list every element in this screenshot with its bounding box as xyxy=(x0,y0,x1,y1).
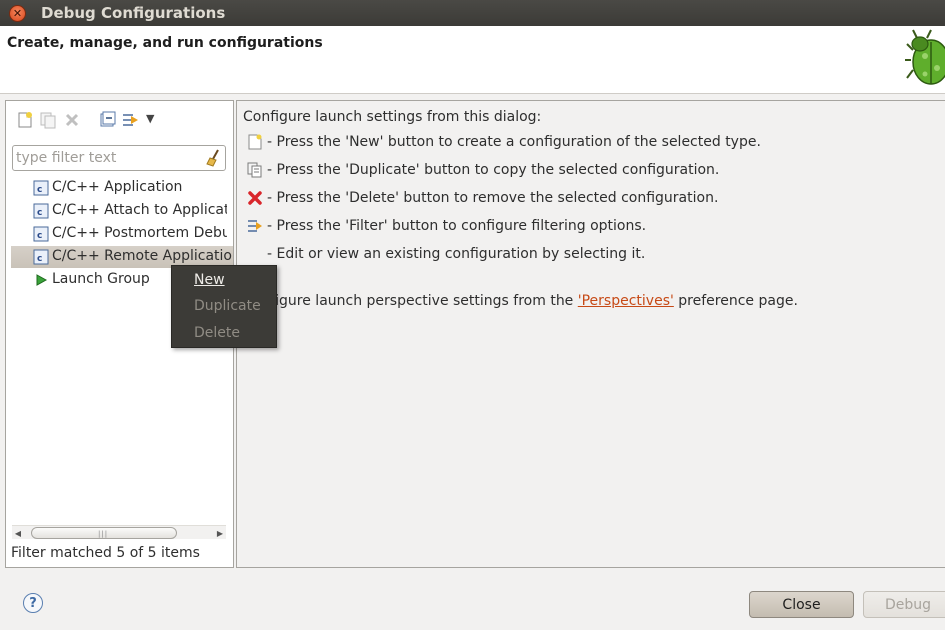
window-title: Debug Configurations xyxy=(41,4,226,22)
close-button[interactable]: Close xyxy=(749,591,854,618)
filter-field-box xyxy=(12,145,226,171)
scroll-thumb[interactable]: ||| xyxy=(31,527,177,539)
filter-input[interactable] xyxy=(16,149,201,167)
tree-item-c-cpp-application[interactable]: c C/C++ Application xyxy=(6,177,233,199)
duplicate-icon xyxy=(247,162,262,178)
tree-item-c-cpp-attach[interactable]: c C/C++ Attach to Application xyxy=(6,200,233,222)
new-configuration-icon xyxy=(248,134,262,150)
dialog-header: Create, manage, and run configurations xyxy=(0,26,945,94)
clear-filter-icon[interactable] xyxy=(206,149,222,167)
perspectives-text: Configure launch perspective settings fr… xyxy=(243,293,798,309)
delete-icon xyxy=(248,191,262,205)
delete-icon[interactable] xyxy=(63,111,81,129)
menu-item-new[interactable]: New xyxy=(194,272,225,288)
c-app-icon: c xyxy=(33,249,49,265)
menu-item-delete[interactable]: Delete xyxy=(194,325,240,341)
tree-item-c-cpp-postmortem[interactable]: c C/C++ Postmortem Debugger xyxy=(6,223,233,245)
perspectives-link[interactable]: 'Perspectives' xyxy=(578,293,674,309)
menu-item-label: New xyxy=(194,272,225,288)
help-line-filter: - Press the 'Filter' button to configure… xyxy=(267,218,647,234)
c-app-icon: c xyxy=(33,203,49,219)
dialog-header-title: Create, manage, and run configurations xyxy=(7,35,323,51)
svg-text:c: c xyxy=(37,254,42,264)
perspectives-suffix: preference page. xyxy=(678,293,798,309)
c-app-icon: c xyxy=(33,226,49,242)
help-button[interactable]: ? xyxy=(23,593,43,613)
menu-item-label: Duplicate xyxy=(194,298,261,314)
tree-item-label: C/C++ Attach to Application xyxy=(52,202,227,218)
filter-status: Filter matched 5 of 5 items xyxy=(11,545,200,561)
c-app-icon: c xyxy=(33,180,49,196)
help-line-duplicate: - Press the 'Duplicate' button to copy t… xyxy=(267,162,720,178)
menu-item-label: Delete xyxy=(194,325,240,341)
configuration-toolbar: ▼ xyxy=(6,101,233,141)
window-titlebar: ✕ Debug Configurations xyxy=(0,0,945,26)
tree-item-label: C/C++ Remote Application xyxy=(52,248,232,264)
filter-icon[interactable] xyxy=(121,111,139,129)
collapse-all-icon[interactable] xyxy=(99,111,117,129)
configuration-detail-panel: Configure launch settings from this dial… xyxy=(236,100,945,568)
view-menu-icon[interactable]: ▼ xyxy=(146,112,164,130)
launch-group-icon xyxy=(36,274,48,286)
new-configuration-icon[interactable] xyxy=(16,111,34,129)
perspectives-prefix: Configure launch perspective settings fr… xyxy=(243,293,574,309)
svg-text:c: c xyxy=(37,231,42,241)
tree-item-label: C/C++ Postmortem Debugger xyxy=(52,225,227,241)
debug-button[interactable]: Debug xyxy=(863,591,945,618)
debug-bug-icon xyxy=(905,29,945,85)
window-close-button[interactable]: ✕ xyxy=(9,5,26,22)
help-line-new: - Press the 'New' button to create a con… xyxy=(267,134,761,150)
scroll-left-icon[interactable]: ◀ xyxy=(12,527,24,539)
svg-text:c: c xyxy=(37,208,42,218)
help-line-edit: - Edit or view an existing configuration… xyxy=(267,246,646,262)
horizontal-scrollbar[interactable]: ◀ ||| ▶ xyxy=(12,525,226,539)
context-menu: New Duplicate Delete xyxy=(171,265,277,348)
duplicate-icon[interactable] xyxy=(39,111,57,129)
intro-text: Configure launch settings from this dial… xyxy=(243,109,542,125)
tree-item-label: Launch Group xyxy=(52,271,150,287)
menu-item-duplicate[interactable]: Duplicate xyxy=(194,298,261,314)
help-icon: ? xyxy=(29,595,37,611)
help-line-delete: - Press the 'Delete' button to remove th… xyxy=(267,190,719,206)
filter-icon xyxy=(248,220,262,232)
scroll-right-icon[interactable]: ▶ xyxy=(214,527,226,539)
tree-item-label: C/C++ Application xyxy=(52,179,183,195)
svg-text:c: c xyxy=(37,185,42,195)
close-icon: ✕ xyxy=(12,7,23,20)
